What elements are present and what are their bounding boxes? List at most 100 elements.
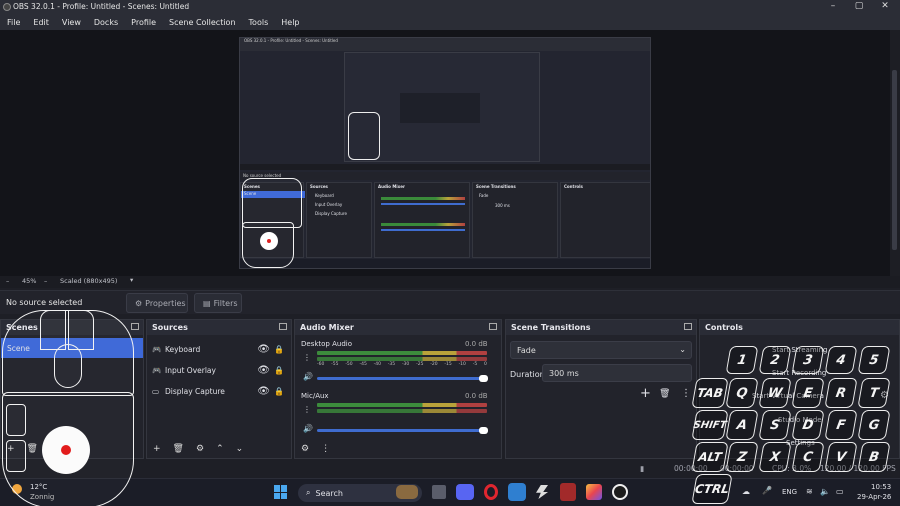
key-5: 5 — [857, 346, 891, 374]
close-button[interactable]: ✕ — [878, 1, 892, 11]
opera-icon[interactable] — [484, 484, 498, 500]
volume-slider-knob[interactable] — [479, 375, 488, 382]
mini-duration: 300 ms — [495, 203, 510, 208]
lightning-app-icon[interactable] — [536, 485, 548, 499]
duration-input[interactable]: 300 ms — [542, 364, 692, 382]
menu-help[interactable]: Help — [281, 18, 299, 27]
chevron-up-icon[interactable]: ⌃ — [216, 444, 224, 454]
eye-icon[interactable]: 👁 — [257, 365, 270, 376]
mini-meter — [381, 223, 465, 226]
mini-slider — [381, 203, 465, 205]
lock-icon[interactable]: 🔒 — [274, 387, 284, 396]
windows-start-icon[interactable] — [274, 485, 288, 499]
display-capture-preview: OBS 32.0.1 - Profile: Untitled - Scenes:… — [239, 37, 651, 269]
audio-mixer-dock: Audio Mixer Desktop Audio 0.0 dB ⋮ -60 -5… — [294, 319, 502, 459]
scaling-dropdown-icon[interactable]: ▾ — [130, 276, 133, 284]
meter-scale: -60 -55 -50 -45 -40 -35 -30 -25 -20 -15 -10 -5 0 — [317, 362, 487, 367]
key-z: Z — [725, 442, 759, 472]
monitor-icon: ▭ — [152, 386, 160, 396]
key-v: V — [824, 442, 858, 472]
speaker-icon[interactable]: 🔊 — [303, 424, 313, 433]
speaker-icon[interactable]: 🔊 — [303, 372, 313, 381]
trash-icon[interactable]: 🗑 — [173, 444, 184, 454]
add-source-button[interactable]: + — [153, 444, 161, 454]
key-2: 2 — [758, 346, 792, 374]
sources-dock: Sources 🎮 Keyboard 👁 🔒 🎮 Input Overlay 👁… — [146, 319, 292, 459]
menu-scene-collection[interactable]: Scene Collection — [169, 18, 236, 27]
minimize-button[interactable]: – — [826, 1, 840, 11]
lock-icon[interactable]: 🔒 — [274, 366, 284, 375]
menu-file[interactable]: File — [7, 18, 20, 27]
key-a: A — [725, 410, 759, 440]
scale-label: -45 — [359, 362, 367, 367]
preview-scrollbar[interactable] — [890, 30, 900, 276]
kebab-menu-icon[interactable]: ⋮ — [303, 353, 311, 362]
source-item-keyboard[interactable]: 🎮 Keyboard 👁 🔒 — [152, 339, 288, 359]
audio-toolbar: ⚙ ⋮ — [295, 440, 501, 458]
controls-header: Controls — [700, 320, 899, 335]
link-icon[interactable]: ⚙ — [301, 444, 309, 454]
source-label: Keyboard — [165, 344, 201, 354]
transitions-title: Scene Transitions — [511, 323, 591, 332]
menu-docks[interactable]: Docks — [94, 18, 118, 27]
sources-toolbar: + 🗑 ⚙ ⌃ ⌄ — [147, 440, 291, 458]
filters-button[interactable]: ▤ Filters — [194, 293, 242, 313]
dock-float-icon[interactable] — [489, 323, 497, 330]
mini-controls-title: Controls — [564, 184, 583, 189]
add-transition-button[interactable]: + — [640, 386, 651, 401]
dock-float-icon[interactable] — [684, 323, 692, 330]
mini-title-bar: OBS 32.0.1 - Profile: Untitled - Scenes:… — [240, 38, 650, 45]
chevron-down-icon[interactable]: ⌄ — [236, 444, 244, 454]
mini-transitions-dock: Scene Transitions Fade 300 ms — [472, 182, 558, 258]
obs-logo-icon — [3, 3, 11, 11]
mini-window-title: OBS 32.0.1 - Profile: Untitled - Scenes:… — [244, 38, 338, 43]
dock-float-icon[interactable] — [279, 323, 287, 330]
game-app-icon[interactable] — [560, 483, 576, 501]
obs-taskbar-icon[interactable] — [612, 484, 628, 500]
gamepad-icon: 🎮 — [152, 365, 162, 375]
search-label: Search — [315, 488, 343, 498]
scene-transitions-dock: Scene Transitions Fade ⌄ Duration 300 ms… — [505, 319, 697, 459]
eye-icon[interactable]: 👁 — [257, 344, 270, 355]
scale-label: -20 — [430, 362, 438, 367]
mini-source-bar: No source selected — [240, 172, 650, 180]
volume-meter — [317, 351, 487, 355]
menu-edit[interactable]: Edit — [33, 18, 49, 27]
transition-type: Fade — [517, 345, 536, 355]
task-view-icon[interactable] — [432, 485, 446, 499]
zoom-in-button[interactable]: – — [44, 277, 47, 285]
discord-icon[interactable] — [456, 484, 474, 500]
mini-nested-preview-inner — [400, 93, 480, 123]
kebab-menu-icon[interactable]: ⋮ — [303, 405, 311, 414]
mouse-cursor-dot — [61, 445, 71, 455]
maximize-button[interactable]: ▢ — [852, 1, 866, 11]
key-3: 3 — [791, 346, 825, 374]
zoom-out-button[interactable]: – — [6, 277, 9, 285]
mini-menu-bar — [240, 45, 650, 51]
scaling-mode[interactable]: Scaled (880x495) — [60, 277, 117, 285]
source-item-input-overlay[interactable]: 🎮 Input Overlay 👁 🔒 — [152, 360, 288, 380]
source-item-display-capture[interactable]: ▭ Display Capture 👁 🔒 — [152, 381, 288, 401]
zoom-strip: – 45% – Scaled (880x495) ▾ — [0, 276, 900, 288]
app-icon-blue[interactable] — [508, 483, 526, 501]
menu-view[interactable]: View — [62, 18, 81, 27]
scrollbar-thumb[interactable] — [892, 70, 897, 250]
gear-icon[interactable]: ⚙ — [196, 444, 204, 454]
volume-slider[interactable] — [317, 377, 485, 380]
zoom-level: 45% — [22, 277, 37, 285]
trash-icon[interactable]: 🗑 — [659, 389, 670, 399]
no-source-label: No source selected — [6, 298, 83, 307]
menu-profile[interactable]: Profile — [131, 18, 156, 27]
volume-slider[interactable] — [317, 429, 485, 432]
controls-title: Controls — [705, 323, 743, 332]
eye-icon[interactable]: 👁 — [257, 386, 270, 397]
lock-icon[interactable]: 🔒 — [274, 345, 284, 354]
kebab-menu-icon[interactable]: ⋮ — [321, 444, 330, 454]
paint-app-icon[interactable] — [586, 484, 602, 500]
volume-meter — [317, 357, 487, 361]
volume-slider-knob[interactable] — [479, 427, 488, 434]
window-title: OBS 32.0.1 - Profile: Untitled - Scenes:… — [13, 2, 190, 11]
key-d: D — [791, 410, 825, 440]
menu-tools[interactable]: Tools — [249, 18, 269, 27]
transition-select[interactable]: Fade ⌄ — [510, 341, 692, 359]
